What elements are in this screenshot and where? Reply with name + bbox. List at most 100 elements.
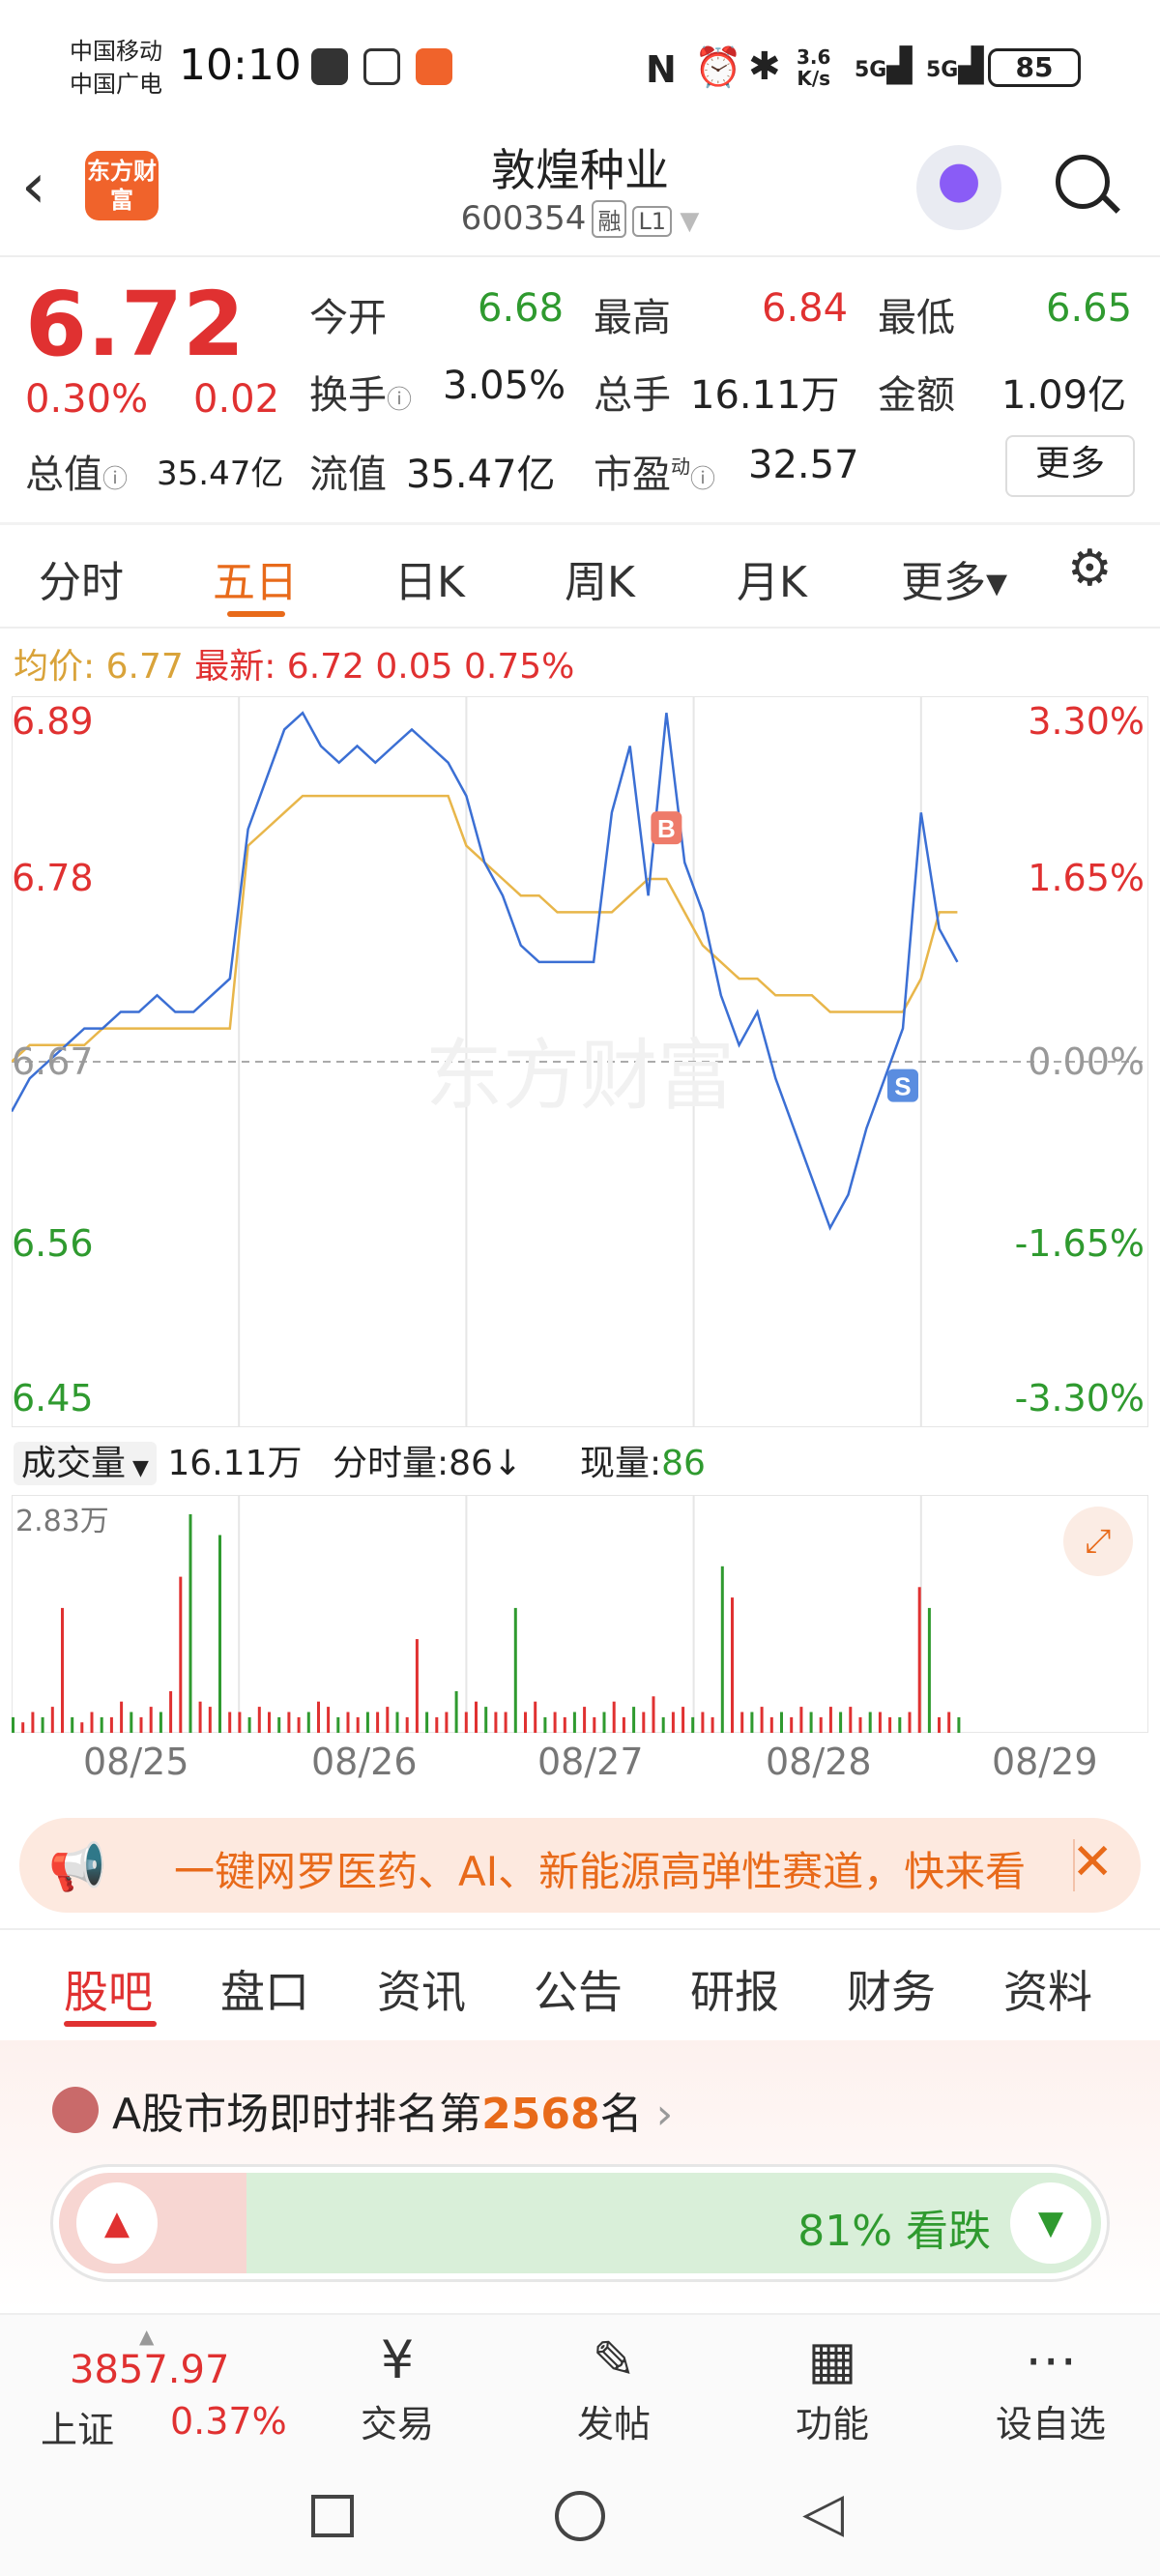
float-label: 流值	[309, 453, 387, 497]
app-notification-icon	[416, 48, 452, 85]
avg-label: 均价:	[14, 647, 96, 687]
quote-divider	[0, 522, 1160, 525]
bluetooth-icon: ✱	[748, 44, 781, 89]
more-dots-icon: ⋯	[1025, 2329, 1077, 2390]
volume-bar	[583, 1707, 587, 1733]
open-value: 6.68	[478, 286, 565, 331]
tab-monthly-k[interactable]: 月K	[737, 547, 807, 609]
vote-down-button[interactable]: ▼	[1010, 2182, 1091, 2264]
volume-bar	[90, 1712, 94, 1733]
volume-bar	[475, 1701, 478, 1733]
tab-news[interactable]: 资讯	[377, 1957, 466, 2021]
margin-tag: 融	[592, 200, 627, 238]
index-value[interactable]: 3857.97	[70, 2348, 229, 2392]
volume-bar	[671, 1712, 675, 1733]
vote-up-button[interactable]: ▲	[76, 2182, 158, 2264]
tab-daily-k[interactable]: 日K	[394, 547, 465, 609]
robot-assistant-icon[interactable]	[916, 145, 1001, 230]
tick-volume: 分时量:86↓	[333, 1444, 523, 1483]
tab-forum[interactable]: 股吧	[64, 1957, 153, 2021]
nav-trade[interactable]: ¥ 交易	[334, 2327, 460, 2447]
change-amount: 0.02	[193, 377, 280, 422]
chevron-right-icon: ›	[642, 2090, 674, 2139]
promo-text: 一键网罗医药、AI、新能源高弹性赛道，快来看	[174, 1848, 1027, 1895]
alarm-icon: ⏰	[694, 45, 742, 90]
tab-finance[interactable]: 财务	[847, 1957, 936, 2021]
five-day-price-chart[interactable]: 东方财富 B S	[12, 696, 1148, 1427]
pe-label: 市盈动ⓘ	[594, 453, 716, 497]
turnover-label: 换手ⓘ	[309, 373, 413, 418]
volume-bar	[858, 1716, 862, 1733]
volume-bar	[41, 1716, 44, 1733]
tab-profile[interactable]: 资料	[1003, 1957, 1092, 2021]
volume-bar	[12, 1716, 14, 1733]
search-icon[interactable]	[1056, 155, 1110, 209]
tab-intraday[interactable]: 分时	[39, 547, 124, 609]
volume-bar	[534, 1701, 537, 1733]
tab-order-book[interactable]: 盘口	[220, 1957, 309, 2021]
info-icon: ⓘ	[387, 386, 413, 415]
volume-bar	[731, 1597, 734, 1733]
turnover-value: 3.05%	[443, 364, 566, 408]
expand-chart-icon[interactable]: ⤢	[1063, 1507, 1133, 1576]
volume-bar	[750, 1712, 754, 1733]
amount-value: 1.09亿	[1001, 373, 1127, 418]
avg-price-line	[12, 794, 958, 1063]
settings-gear-icon[interactable]: ⚙	[1067, 540, 1113, 598]
bearish-percentage: 81% 看跌	[798, 2207, 991, 2256]
market-ranking[interactable]: A股市场即时排名第2568名 ›	[112, 2079, 673, 2141]
caret-up-icon: ▲	[139, 2325, 155, 2348]
low-label: 最低	[878, 296, 955, 340]
more-quote-button[interactable]: 更多	[1005, 435, 1135, 497]
nav-add-watchlist[interactable]: ⋯ 设自选	[988, 2327, 1114, 2447]
volume-bar	[769, 1716, 773, 1733]
close-icon[interactable]: ✕	[1071, 1833, 1114, 1891]
latest-change-pct: 0.75%	[464, 647, 575, 687]
volume-bar	[287, 1712, 291, 1733]
apps-grid-icon: ▦	[807, 2329, 857, 2390]
stock-code: 600354	[460, 199, 587, 238]
tab-research[interactable]: 研报	[690, 1957, 779, 2021]
volume-bar	[809, 1712, 813, 1733]
y-tick-right: 3.30%	[1028, 700, 1145, 743]
volume-bar	[31, 1712, 35, 1733]
net-speed: 3.6 K/s	[797, 46, 830, 89]
mktcap-value: 35.47亿	[157, 454, 284, 493]
volume-bar	[780, 1712, 783, 1733]
open-label: 今开	[309, 296, 387, 340]
nav-functions[interactable]: ▦ 功能	[769, 2327, 895, 2447]
volume-bar	[464, 1712, 468, 1733]
y-tick-left: 6.89	[12, 700, 94, 743]
recent-apps-icon[interactable]	[311, 2495, 354, 2537]
volume-bar	[799, 1707, 803, 1733]
volume-dropdown[interactable]: 成交量 ▼	[14, 1442, 157, 1485]
nav-post[interactable]: ✎ 发帖	[551, 2327, 677, 2447]
volume-bar	[100, 1716, 103, 1733]
index-change: 0.37%	[170, 2400, 287, 2443]
tab-more[interactable]: 更多▾	[901, 547, 1007, 609]
volume-bar	[257, 1707, 261, 1733]
home-icon[interactable]	[555, 2491, 605, 2541]
promo-banner[interactable]: 📢 一键网罗医药、AI、新能源高弹性赛道，快来看 ✕	[19, 1818, 1141, 1913]
sentiment-vote: ▲ 81% 看跌 ▼	[50, 2164, 1110, 2282]
latest-value: 6.72	[286, 647, 364, 687]
megaphone-icon: 📢	[48, 1840, 106, 1894]
carrier-2: 中国广电	[70, 71, 162, 98]
back-triangle-icon[interactable]: ◁	[802, 2481, 844, 2544]
volume-chart[interactable]	[12, 1495, 1148, 1733]
volume-bar	[445, 1712, 449, 1733]
tab-announcements[interactable]: 公告	[534, 1957, 623, 2021]
volume-bar	[247, 1716, 251, 1733]
volume-bar	[661, 1716, 665, 1733]
volume-bar	[513, 1607, 517, 1733]
volume-bar	[169, 1691, 173, 1733]
nav-post-label: 发帖	[576, 2403, 651, 2445]
tab-weekly-k[interactable]: 周K	[565, 547, 635, 609]
volume-bar	[277, 1716, 281, 1733]
volume-selector[interactable]: 成交量 ▼ 16.11万	[14, 1435, 302, 1485]
tab-five-day[interactable]: 五日	[213, 547, 298, 609]
volume-bar	[435, 1716, 439, 1733]
volume-bar	[405, 1716, 409, 1733]
carrier-info: 中国移动 中国广电	[70, 35, 162, 101]
volume-bar	[938, 1716, 941, 1733]
